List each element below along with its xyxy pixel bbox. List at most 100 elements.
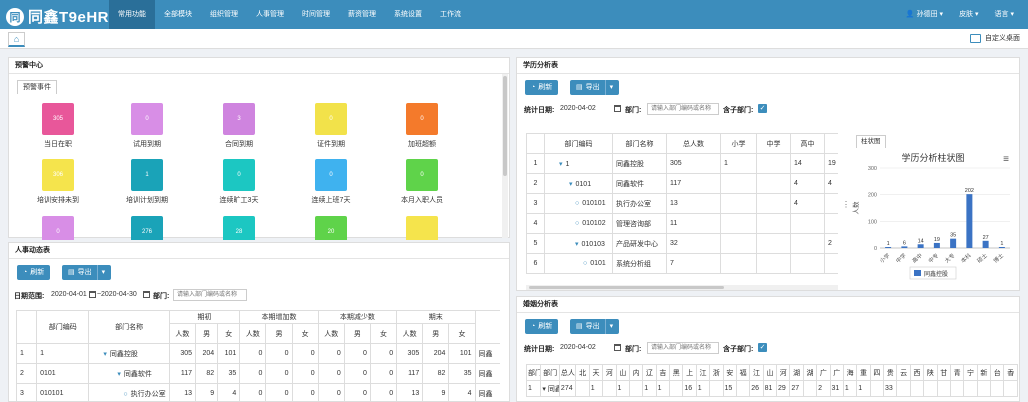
warning-tile[interactable]: 0 [8,216,108,240]
export-button[interactable]: ▤导出▾ [570,319,619,334]
table-header[interactable]: 男 [196,324,218,344]
table-header[interactable]: 人数 [240,324,266,344]
table-header[interactable]: 总人数 [667,134,721,154]
tree-toggle-icon[interactable]: ▾ [559,161,563,168]
table-header[interactable]: 新 [977,365,990,381]
language-menu[interactable]: 语言 ▾ [987,0,1022,29]
tree-toggle-icon[interactable]: ▾ [575,241,579,248]
table-header[interactable]: 女 [370,324,396,344]
nav-item-personnel[interactable]: 人事管理 [247,0,293,29]
table-header[interactable]: 人数 [397,324,423,344]
export-button[interactable]: ▤导出▾ [570,80,619,95]
table-row[interactable]: 1▾1同鑫控股30511419 [527,154,839,174]
tree-toggle-icon[interactable]: ○ [575,220,579,227]
date-to-field[interactable]: 2020-04-30 [101,291,137,298]
warning-tile[interactable]: 3合同到期 [189,103,289,149]
table-header[interactable]: 湖 [803,365,816,381]
user-menu[interactable]: 👤 孙德田 ▾ [898,0,951,29]
include-sub-checkbox[interactable]: ✓ [758,343,767,352]
refresh-button[interactable]: ◔刷新 [525,80,558,95]
stat-date-field[interactable]: 2020-04-02 [560,344,596,351]
table-header[interactable]: 甘 [937,365,950,381]
warning-tile[interactable]: 306培训安排未到 [8,159,108,205]
table-header[interactable]: 北 [576,365,589,381]
education-hscrollbar[interactable] [526,285,838,290]
table-header[interactable]: 重 [857,365,870,381]
chevron-down-icon[interactable]: ▾ [97,265,106,280]
tree-toggle-icon[interactable]: ○ [583,260,587,267]
table-header[interactable]: 男 [266,324,292,344]
table-header[interactable]: 吉 [656,365,669,381]
table-header[interactable]: 内 [629,365,642,381]
table-header[interactable]: 山 [616,365,629,381]
nav-item-organization[interactable]: 组织管理 [201,0,247,29]
table-header[interactable]: 宁 [964,365,977,381]
chevron-down-icon[interactable]: ▾ [605,80,614,95]
warning-tile[interactable]: 28 [189,216,289,240]
table-header[interactable]: 女 [449,324,475,344]
dept-search-input[interactable] [647,342,719,354]
table-header[interactable]: 部门编码 [545,134,613,154]
dept-search-input[interactable] [647,103,719,115]
nav-item-time[interactable]: 时间管理 [293,0,339,29]
table-row[interactable]: 3○010101执行办公室134 [527,194,839,214]
calendar-icon[interactable] [143,291,150,298]
warning-tile[interactable]: 1培训计划到期 [97,159,197,205]
table-row[interactable]: 6○0101系统分析组7 [527,254,839,274]
table-header[interactable]: 广 [817,365,830,381]
table-row[interactable]: 4○010102管理咨询部11 [527,214,839,234]
table-header[interactable]: 部门名称 [89,311,169,344]
nav-item-all-modules[interactable]: 全部模块 [155,0,201,29]
warning-scrollbar[interactable] [502,74,508,238]
table-row[interactable]: 11▾同鑫控股305204101000000305204101同鑫 [17,344,501,364]
warning-tile[interactable]: 0证件到期 [281,103,381,149]
calendar-icon[interactable] [614,105,621,112]
warning-tile[interactable]: 0本月入职人员 [372,159,472,205]
tree-toggle-icon[interactable]: ▾ [117,371,121,378]
table-header[interactable]: 上 [683,365,696,381]
table-header[interactable]: 黑 [670,365,683,381]
refresh-button[interactable]: ◔刷新 [525,319,558,334]
table-header[interactable]: 江 [750,365,763,381]
table-header[interactable]: 总人 [559,365,575,381]
skin-menu[interactable]: 皮肤 ▾ [951,0,986,29]
nav-item-workflow[interactable]: 工作流 [431,0,470,29]
warning-tile[interactable]: 0连续旷工3天 [189,159,289,205]
table-header[interactable]: 台 [991,365,1004,381]
table-header[interactable]: 部门编码 [37,311,89,344]
warning-tile[interactable]: 276 [97,216,197,240]
table-header[interactable]: 男 [344,324,370,344]
table-header[interactable]: 贵 [884,365,897,381]
table-header[interactable]: 广 [830,365,843,381]
table-row[interactable]: 2▾0101同鑫软件11744 [527,174,839,194]
table-header[interactable]: 小学 [721,134,757,154]
calendar-icon[interactable] [89,291,96,298]
table-header[interactable]: 香 [1004,365,1018,381]
table-header[interactable]: 安 [723,365,736,381]
app-logo[interactable]: 同 同鑫T9eHR [6,6,109,27]
table-header[interactable]: 女 [218,324,240,344]
nav-item-payroll[interactable]: 薪资管理 [339,0,385,29]
export-button[interactable]: ▤导出▾ [62,265,111,280]
table-header[interactable]: 河 [777,365,790,381]
dept-search-input[interactable] [173,289,247,301]
warning-tile[interactable]: 0试用到期 [97,103,197,149]
table-header[interactable]: 河 [603,365,616,381]
date-from-field[interactable]: 2020-04-01 [51,291,87,298]
table-header[interactable]: 云 [897,365,910,381]
table-header[interactable]: 海 [843,365,856,381]
table-header[interactable]: 天 [589,365,602,381]
warning-tile[interactable]: 305当日在职 [8,103,108,149]
table-header[interactable]: 江 [696,365,709,381]
table-header[interactable]: 人数 [169,324,195,344]
tree-toggle-icon[interactable]: ○ [575,200,579,207]
warning-tile[interactable] [372,216,472,240]
table-header[interactable]: 人数 [318,324,344,344]
include-sub-checkbox[interactable]: ✓ [758,104,767,113]
table-row[interactable]: 3010101○执行办公室13940000001394同鑫 [17,384,501,402]
home-tab[interactable]: ⌂ [8,32,25,47]
warning-tile[interactable]: 20 [281,216,381,240]
table-header[interactable]: 高中 [791,134,825,154]
table-header[interactable]: 福 [736,365,749,381]
table-header[interactable]: 山 [763,365,776,381]
